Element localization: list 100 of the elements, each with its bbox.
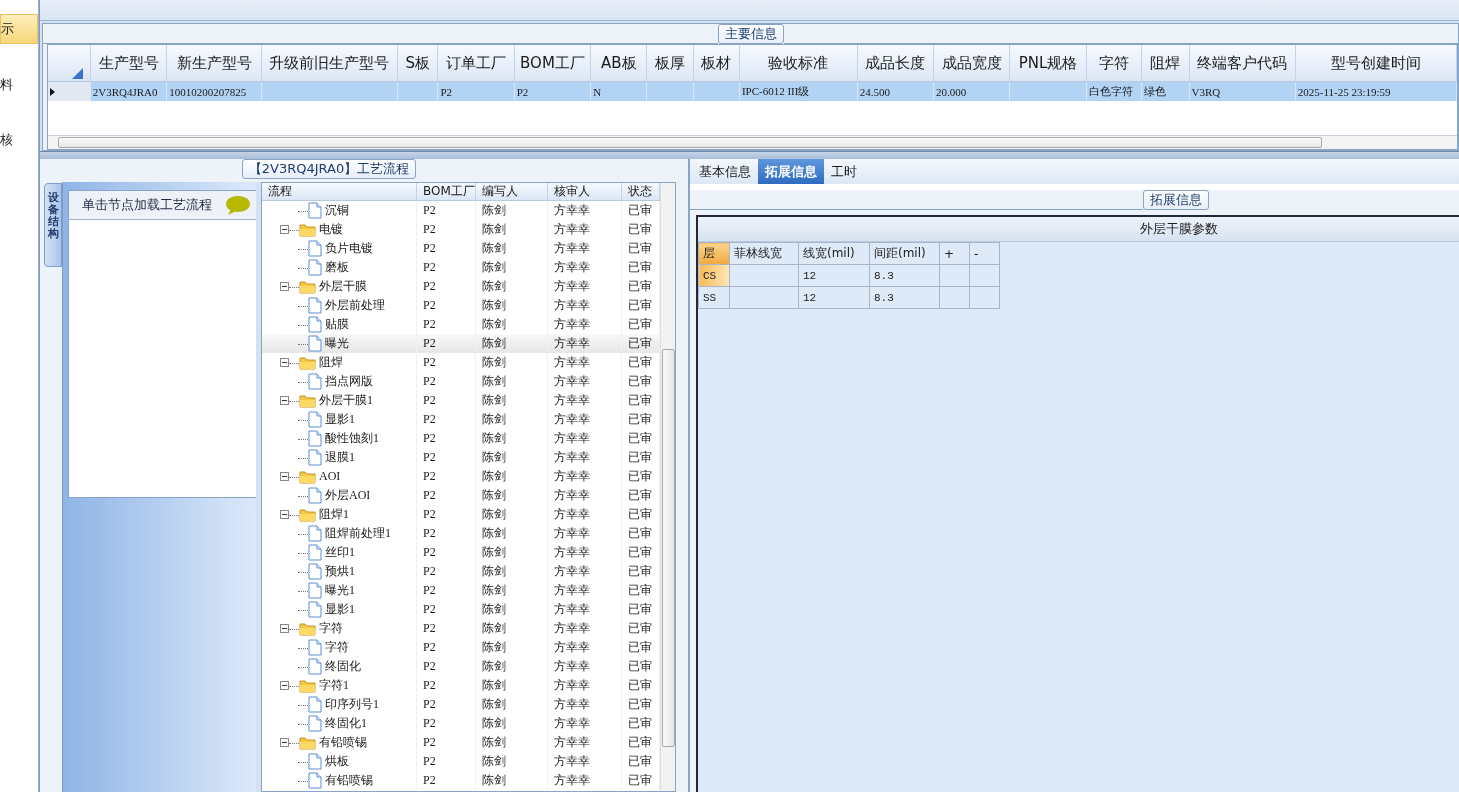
tree-row[interactable]: 曝光1 P2 陈剑 方幸幸 已审 <box>262 581 660 600</box>
column-header[interactable]: 型号创建时间 <box>1295 45 1457 82</box>
collapse-icon[interactable] <box>280 510 289 519</box>
tree-row[interactable]: 外层前处理 P2 陈剑 方幸幸 已审 <box>262 296 660 315</box>
document-icon <box>308 563 322 580</box>
tree-row[interactable]: 预烘1 P2 陈剑 方幸幸 已审 <box>262 562 660 581</box>
column-header: + <box>939 242 970 265</box>
column-header[interactable]: 字符 <box>1086 45 1142 82</box>
table-cell: 陈剑 <box>475 619 548 638</box>
column-header[interactable]: BOM工厂 <box>514 45 591 82</box>
folder-icon <box>299 507 316 522</box>
column-header[interactable]: 成品长度 <box>857 45 934 82</box>
column-header[interactable]: AB板 <box>590 45 647 82</box>
table-cell: P2 <box>416 600 476 619</box>
document-icon <box>308 715 322 732</box>
table-cell: P2 <box>416 581 476 600</box>
table-cell: 陈剑 <box>475 505 548 524</box>
table-cell: 陈剑 <box>475 543 548 562</box>
column-header[interactable]: BOM工厂 <box>416 183 476 201</box>
tree-row[interactable]: 字符 P2 陈剑 方幸幸 已审 <box>262 638 660 657</box>
tree-row[interactable]: 酸性蚀刻1 P2 陈剑 方幸幸 已审 <box>262 429 660 448</box>
tree-row[interactable]: 有铅喷锡 P2 陈剑 方幸幸 已审 <box>262 733 660 752</box>
tree-row[interactable]: 曝光 P2 陈剑 方幸幸 已审 <box>262 334 660 353</box>
nav-item[interactable]: 料 <box>0 71 38 99</box>
table-cell: 陈剑 <box>475 353 548 372</box>
tree-row[interactable]: 外层AOI P2 陈剑 方幸幸 已审 <box>262 486 660 505</box>
column-header[interactable]: 生产型号 <box>90 45 167 82</box>
table-row[interactable]: 2V3RQ4JRA0 10010200207825 P2 P2 N IPC-6012 III级 24.500 20.000 白色字符 绿色 V3RQ 2025-11-25 23:19:59 <box>48 81 1457 101</box>
document-icon <box>308 316 322 333</box>
table-cell: P2 <box>416 695 476 714</box>
collapse-icon[interactable] <box>280 681 289 690</box>
column-header[interactable]: 新生产型号 <box>166 45 262 82</box>
column-header[interactable]: 编写人 <box>475 183 548 201</box>
tree-row[interactable]: 印序列号1 P2 陈剑 方幸幸 已审 <box>262 695 660 714</box>
vertical-scrollbar[interactable] <box>660 183 675 791</box>
column-header[interactable]: 升级前旧生产型号 <box>261 45 398 82</box>
table-cell: 陈剑 <box>475 296 548 315</box>
column-header[interactable]: 订单工厂 <box>437 45 515 82</box>
tree-row[interactable]: 显影1 P2 陈剑 方幸幸 已审 <box>262 410 660 429</box>
column-header[interactable]: 验收标准 <box>739 45 858 82</box>
collapse-icon[interactable] <box>280 396 289 405</box>
collapse-icon[interactable] <box>280 472 289 481</box>
table-cell: 已审 <box>621 562 660 581</box>
table-cell: 已审 <box>621 353 660 372</box>
table-row[interactable]: SS 12 8.3 <box>698 286 1000 309</box>
column-header[interactable]: 板材 <box>693 45 740 82</box>
collapse-icon[interactable] <box>280 738 289 747</box>
tree-row[interactable]: 电镀 P2 陈剑 方幸幸 已审 <box>262 220 660 239</box>
tree-row[interactable]: 阻焊 P2 陈剑 方幸幸 已审 <box>262 353 660 372</box>
column-header[interactable]: 流程 <box>262 183 417 201</box>
tree-row[interactable]: 字符 P2 陈剑 方幸幸 已审 <box>262 619 660 638</box>
tree-row[interactable]: AOI P2 陈剑 方幸幸 已审 <box>262 467 660 486</box>
tree-row[interactable]: 外层干膜1 P2 陈剑 方幸幸 已审 <box>262 391 660 410</box>
column-header[interactable]: S板 <box>397 45 438 82</box>
tree-row[interactable]: 沉铜 P2 陈剑 方幸幸 已审 <box>262 200 660 220</box>
collapse-icon[interactable] <box>280 282 289 291</box>
nav-item[interactable]: 示 <box>0 14 38 44</box>
table-cell: 已审 <box>621 277 660 296</box>
tree-row[interactable]: 终固化 P2 陈剑 方幸幸 已审 <box>262 657 660 676</box>
tree-row[interactable]: 挡点网版 P2 陈剑 方幸幸 已审 <box>262 372 660 391</box>
column-header[interactable]: 终端客户代码 <box>1189 45 1296 82</box>
tree-row[interactable]: 有铅喷锡 P2 陈剑 方幸幸 已审 <box>262 771 660 790</box>
table-cell: 已审 <box>621 220 660 239</box>
table-row[interactable]: CS 12 8.3 <box>698 264 1000 287</box>
table-cell: 方幸幸 <box>547 486 622 505</box>
tree-row[interactable]: 显影1 P2 陈剑 方幸幸 已审 <box>262 600 660 619</box>
tree-row[interactable]: 退膜1 P2 陈剑 方幸幸 已审 <box>262 448 660 467</box>
tree-row[interactable]: 磨板 P2 陈剑 方幸幸 已审 <box>262 258 660 277</box>
tree-row[interactable]: 终固化1 P2 陈剑 方幸幸 已审 <box>262 714 660 733</box>
collapse-icon[interactable] <box>280 358 289 367</box>
table-cell: 陈剑 <box>475 220 548 239</box>
tree-row[interactable]: 阻焊1 P2 陈剑 方幸幸 已审 <box>262 505 660 524</box>
tree-row[interactable]: 烘板 P2 陈剑 方幸幸 已审 <box>262 752 660 771</box>
collapse-icon[interactable] <box>280 225 289 234</box>
column-header[interactable]: 板厚 <box>646 45 694 82</box>
tab[interactable]: 工时 <box>824 159 864 184</box>
collapse-icon[interactable] <box>280 624 289 633</box>
column-header[interactable]: PNL规格 <box>1009 45 1087 82</box>
tree-row[interactable]: 负片电镀 P2 陈剑 方幸幸 已审 <box>262 239 660 258</box>
side-tab[interactable]: 设备结构 <box>44 183 62 267</box>
table-cell: 方幸幸 <box>547 467 622 486</box>
tree-row[interactable]: 字符1 P2 陈剑 方幸幸 已审 <box>262 676 660 695</box>
tree-row[interactable]: 丝印1 P2 陈剑 方幸幸 已审 <box>262 543 660 562</box>
table-cell: P2 <box>416 353 476 372</box>
table-cell: 方幸幸 <box>547 353 622 372</box>
document-icon <box>308 525 322 542</box>
table-cell: 方幸幸 <box>547 752 622 771</box>
table-cell: 方幸幸 <box>547 562 622 581</box>
tree-row[interactable]: 阻焊前处理1 P2 陈剑 方幸幸 已审 <box>262 524 660 543</box>
tab[interactable]: 拓展信息 <box>758 159 824 184</box>
nav-item[interactable]: 核 <box>0 126 38 154</box>
column-header[interactable]: 核审人 <box>547 183 622 201</box>
column-header[interactable]: 成品宽度 <box>933 45 1010 82</box>
horizontal-scrollbar[interactable] <box>48 135 1457 149</box>
table-cell: P2 <box>416 334 476 353</box>
column-header[interactable]: 状态 <box>621 183 660 201</box>
column-header[interactable]: 阻焊 <box>1141 45 1190 82</box>
tree-row[interactable]: 外层干膜 P2 陈剑 方幸幸 已审 <box>262 277 660 296</box>
tab[interactable]: 基本信息 <box>692 159 758 184</box>
table-cell: P2 <box>416 277 476 296</box>
